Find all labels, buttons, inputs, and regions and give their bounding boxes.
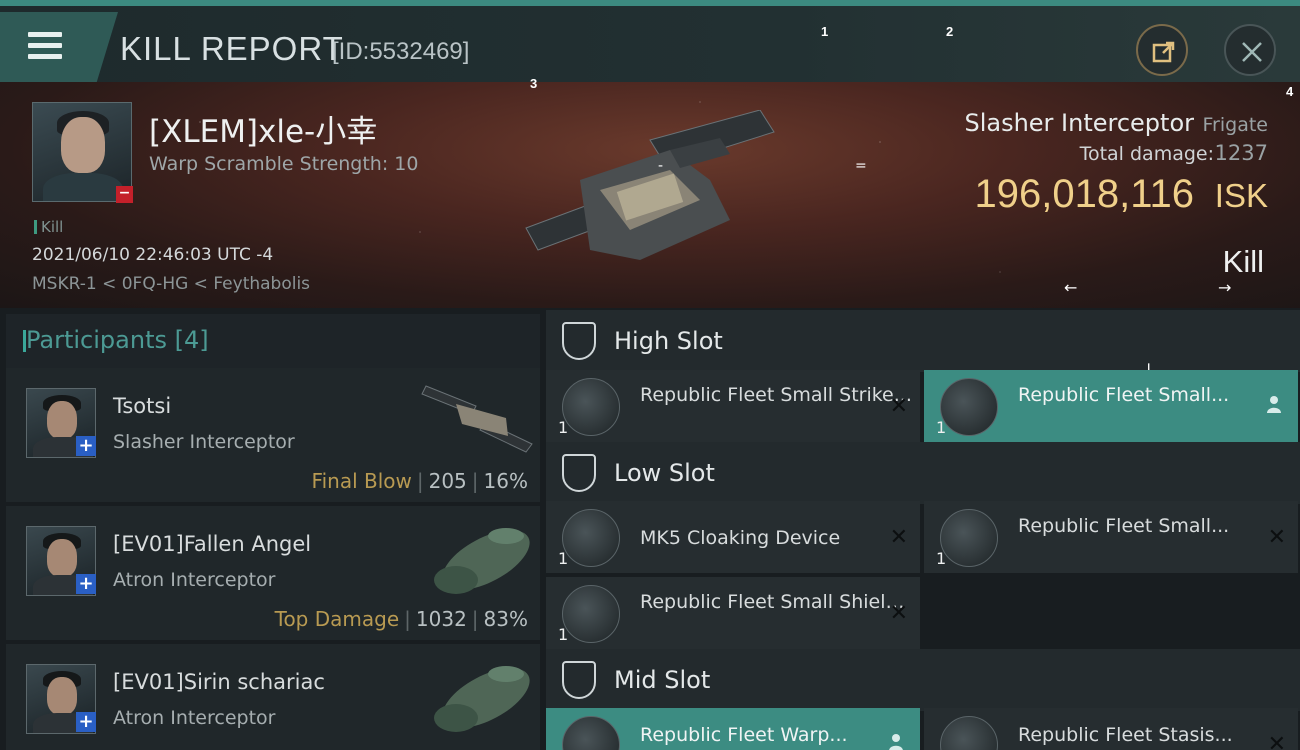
- cloak-icon: [562, 509, 620, 567]
- page-title: KILL REPORT: [120, 30, 344, 67]
- module-item[interactable]: 1 Republic Fleet Small Strike... ✕: [546, 370, 920, 442]
- kill-id: [ID:5532469]: [332, 38, 470, 65]
- module-qty: 1: [936, 549, 947, 568]
- plus-badge-icon: +: [76, 712, 96, 732]
- low-slot-header: Low Slot: [546, 442, 1300, 504]
- module-qty: 1: [558, 418, 569, 437]
- participant-card[interactable]: + [EV01]Sirin schariac Atron Interceptor: [6, 644, 540, 750]
- module-name: Republic Fleet Stasis...: [1018, 724, 1233, 746]
- destroyed-x-icon: ✕: [1267, 525, 1286, 550]
- module-qty: 1: [558, 625, 569, 644]
- menu-button[interactable]: [0, 12, 118, 82]
- hamburger-icon: [28, 32, 62, 37]
- warp-disruptor-icon: [562, 716, 620, 750]
- eq-marker: =: [855, 158, 867, 174]
- dropped-person-icon: [889, 734, 903, 750]
- shield-icon: [562, 585, 620, 643]
- module-name: Republic Fleet Small Shield...: [640, 591, 912, 613]
- module-item[interactable]: 1 Republic Fleet Small... ✕: [924, 501, 1298, 573]
- stasis-webifier-icon: [940, 716, 998, 750]
- close-button[interactable]: [1224, 24, 1276, 76]
- module-item[interactable]: Republic Fleet Warp...: [546, 708, 920, 750]
- marker-3: 3: [530, 76, 538, 91]
- victim-ship-class: Frigate: [1202, 114, 1268, 136]
- slot-shield-icon: [562, 661, 596, 699]
- high-slot-header: High Slot: [546, 310, 1300, 372]
- module-name: Republic Fleet Small...: [1018, 515, 1230, 537]
- slot-shield-icon: [562, 454, 596, 492]
- participant-ship: Atron Interceptor: [113, 569, 276, 591]
- hostile-badge-icon: −: [116, 186, 133, 203]
- participants-title: Participants [4]: [23, 326, 209, 354]
- participant-name: [EV01]Fallen Angel: [113, 532, 312, 556]
- module-item[interactable]: Republic Fleet Stasis... ✕: [924, 708, 1298, 750]
- participants-count: [4]: [174, 326, 209, 354]
- kill-report-window: KILL REPORT [ID:5532469] 1 2 3 4 − [XLEM…: [0, 0, 1300, 750]
- slot-title: High Slot: [614, 327, 723, 355]
- kill-location[interactable]: MSKR-1 < 0FQ-HG < Feythabolis: [32, 274, 310, 294]
- participant-card[interactable]: + [EV01]Fallen Angel Atron Interceptor T…: [6, 506, 540, 640]
- destroyed-x-icon: ✕: [889, 525, 908, 550]
- slot-title: Mid Slot: [614, 666, 711, 694]
- booster-icon: [940, 509, 998, 567]
- participant-stats: Final Blow | 205 | 16%: [311, 469, 528, 493]
- module-name: Republic Fleet Small...: [1018, 384, 1230, 406]
- slot-title: Low Slot: [614, 459, 715, 487]
- arrow-left-icon[interactable]: ←: [1064, 278, 1077, 297]
- plus-badge-icon: +: [76, 574, 96, 594]
- participant-stats: Top Damage | 1032 | 83%: [274, 607, 528, 631]
- plus-badge-icon: +: [76, 436, 96, 456]
- destroyed-x-icon: ✕: [889, 601, 908, 626]
- marker-1: 1: [821, 24, 829, 39]
- module-item[interactable]: 1 MK5 Cloaking Device ✕: [546, 501, 920, 573]
- module-item[interactable]: 1 Republic Fleet Small Shield... ✕: [546, 577, 920, 649]
- module-qty: 1: [558, 549, 569, 568]
- turret-icon: [940, 378, 998, 436]
- marker-4: 4: [1286, 84, 1294, 99]
- module-item[interactable]: 1 Republic Fleet Small...: [924, 370, 1298, 442]
- participant-name: [EV01]Sirin schariac: [113, 670, 325, 694]
- participant-ship-image: [421, 385, 533, 453]
- arrow-right-icon[interactable]: →: [1218, 278, 1231, 297]
- victim-ship-image: [525, 110, 775, 260]
- warp-scramble-strength: Warp Scramble Strength: 10: [149, 153, 419, 175]
- turret-icon: [562, 378, 620, 436]
- share-icon: [1152, 41, 1175, 63]
- dash-marker: -: [658, 158, 664, 174]
- kill-tag: Kill: [34, 218, 63, 236]
- header-bar: KILL REPORT [ID:5532469] 1 2: [0, 0, 1300, 82]
- participant-ship: Atron Interceptor: [113, 707, 276, 729]
- module-name: MK5 Cloaking Device: [640, 527, 841, 549]
- result-label: Kill: [1222, 244, 1264, 279]
- module-qty: 1: [936, 418, 947, 437]
- total-damage-label: Total damage:: [1079, 143, 1214, 165]
- marker-2: 2: [946, 24, 954, 39]
- participant-ship-image: [434, 666, 530, 732]
- victim-name[interactable]: [XLEM]xle-小幸: [149, 106, 377, 151]
- destroyed-x-icon: ✕: [889, 394, 908, 419]
- isk-unit: ISK: [1214, 177, 1268, 214]
- isk-value: 196,018,116: [974, 172, 1194, 216]
- kill-datetime: 2021/06/10 22:46:03 UTC -4: [32, 245, 274, 265]
- destroyed-x-icon: ✕: [1267, 732, 1286, 750]
- victim-ship-name[interactable]: Slasher Interceptor: [964, 109, 1194, 137]
- participant-card[interactable]: + Tsotsi Slasher Interceptor Final Blow |…: [6, 368, 540, 502]
- participant-name: Tsotsi: [113, 394, 172, 418]
- participant-ship: Slasher Interceptor: [113, 431, 295, 453]
- module-name: Republic Fleet Warp...: [640, 724, 848, 746]
- participant-ship-image: [434, 528, 530, 594]
- module-name: Republic Fleet Small Strike...: [640, 384, 912, 406]
- total-damage-value: 1237: [1214, 141, 1268, 165]
- slot-shield-icon: [562, 322, 596, 360]
- mid-slot-header: Mid Slot: [546, 649, 1300, 711]
- dropped-person-icon: [1267, 396, 1281, 413]
- share-button[interactable]: [1136, 24, 1188, 76]
- close-icon: [1242, 42, 1262, 62]
